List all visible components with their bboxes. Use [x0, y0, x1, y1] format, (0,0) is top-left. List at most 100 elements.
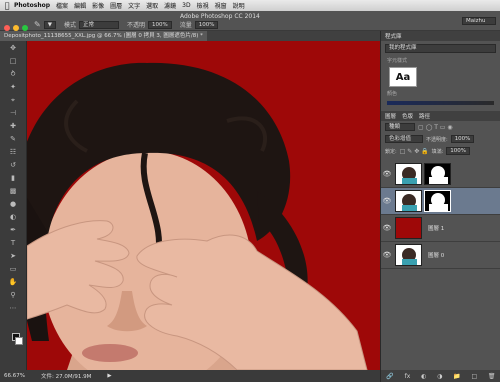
menu-item-select[interactable]: 選取	[146, 1, 158, 10]
status-bar: 66.67% 文件: 27.0M/91.9M ▶	[0, 370, 380, 382]
layer-mask-thumbnail[interactable]	[424, 163, 451, 185]
character-styles-label: 字元樣式	[387, 58, 408, 64]
layer-thumbnail	[395, 163, 422, 185]
layer-thumbnail	[395, 244, 422, 266]
clone-stamp-tool-icon[interactable]: ☷	[6, 147, 20, 158]
layer-name: 圖層 1	[428, 226, 445, 232]
move-tool-icon[interactable]: ✥	[6, 43, 20, 54]
blend-mode-select[interactable]: 色彩增值	[385, 135, 423, 143]
lasso-tool-icon[interactable]: ⥁	[6, 69, 20, 80]
layer-name: 圖層 0	[428, 253, 445, 259]
document-canvas[interactable]	[27, 41, 380, 370]
layer-row[interactable]: 👁	[381, 161, 500, 188]
marquee-tool-icon[interactable]: □	[6, 56, 20, 67]
crop-tool-icon[interactable]: ⌖	[6, 95, 20, 106]
quick-select-tool-icon[interactable]: ✦	[6, 82, 20, 93]
background-color-swatch[interactable]	[15, 337, 23, 345]
fill-label: 填滿:	[431, 148, 444, 155]
flow-label: 流量	[179, 22, 192, 29]
photo-image	[27, 41, 380, 370]
delete-layer-icon[interactable]: 🗑	[488, 373, 496, 380]
brush-size-picker[interactable]: ▼	[43, 20, 56, 29]
new-layer-icon[interactable]: □	[471, 373, 477, 380]
brush-tool-icon[interactable]: ✎	[6, 134, 20, 145]
apple-icon[interactable]: 	[0, 1, 14, 10]
visibility-eye-icon[interactable]: 👁	[381, 170, 393, 178]
status-arrow-icon[interactable]: ▶	[107, 373, 111, 379]
right-panels: 程式庫 我的程式庫 字元樣式 Aa 顏色 圖層 色版 路徑 種類 ▢ ◯ T ▭…	[380, 31, 500, 382]
zoom-level[interactable]: 66.67%	[4, 373, 25, 379]
hand-tool-icon[interactable]: ✋	[6, 277, 20, 288]
menu-item-help[interactable]: 說明	[233, 1, 245, 10]
type-tool-icon[interactable]: T	[6, 238, 20, 249]
opacity-input[interactable]: 100%	[147, 20, 172, 29]
brush-tool-icon[interactable]: ✎	[34, 20, 41, 29]
menu-item-3d[interactable]: 3D	[182, 2, 190, 9]
blend-row: 色彩增值 不透明度: 100%	[381, 133, 500, 145]
menu-item-filter[interactable]: 濾鏡	[164, 1, 176, 10]
menu-item-file[interactable]: 檔案	[56, 1, 68, 10]
menu-item-image[interactable]: 影像	[92, 1, 104, 10]
library-select[interactable]: 我的程式庫	[385, 44, 496, 53]
lock-row: 鎖定: □ ✎ ✥ 🔒 填滿: 100%	[381, 145, 500, 157]
tab-paths[interactable]: 路徑	[419, 112, 430, 120]
fill-input[interactable]: 100%	[446, 147, 471, 155]
tab-channels[interactable]: 色版	[402, 112, 413, 120]
dodge-tool-icon[interactable]: ◐	[6, 212, 20, 223]
shape-tool-icon[interactable]: ▭	[6, 264, 20, 275]
mode-select[interactable]: 正常	[78, 20, 119, 29]
layer-row-selected[interactable]: 👁	[381, 188, 500, 215]
layer-thumbnail	[395, 190, 422, 212]
menu-item-window[interactable]: 視窗	[215, 1, 227, 10]
libraries-panel-header: 程式庫	[381, 31, 500, 41]
layer-row[interactable]: 👁 圖層 0	[381, 242, 500, 269]
tab-libraries[interactable]: 程式庫	[385, 32, 402, 40]
layer-kind-select[interactable]: 種類	[385, 123, 415, 131]
lock-icons[interactable]: □ ✎ ✥ 🔒	[400, 148, 429, 155]
opacity-label: 不透明	[126, 22, 145, 29]
layers-list: 👁 👁 👁 圖層 1 👁 圖層 0	[381, 161, 500, 269]
layer-mask-thumbnail[interactable]	[424, 190, 451, 212]
filter-icons[interactable]: ▢ ◯ T ▭ ◉	[418, 124, 453, 131]
layers-panel-header: 圖層 色版 路徑	[381, 111, 500, 121]
add-mask-icon[interactable]: ◐	[421, 373, 426, 380]
layer-style-icon[interactable]: fx	[405, 373, 411, 380]
visibility-eye-icon[interactable]: 👁	[381, 251, 393, 259]
path-select-tool-icon[interactable]: ➤	[6, 251, 20, 262]
menu-bar:  Photoshop 檔案 編輯 影像 圖層 文字 選取 濾鏡 3D 檢視 視…	[0, 0, 500, 11]
window-title: Adobe Photoshop CC 2014	[180, 13, 260, 20]
flow-input[interactable]: 100%	[194, 20, 219, 29]
layer-thumbnail	[395, 217, 422, 239]
menu-item-edit[interactable]: 編輯	[74, 1, 86, 10]
workspace-select[interactable]: Maizhu	[462, 17, 496, 25]
blur-tool-icon[interactable]: ●	[6, 199, 20, 210]
menu-item-view[interactable]: 檢視	[197, 1, 209, 10]
new-group-icon[interactable]: 📁	[453, 373, 460, 380]
link-layers-icon[interactable]: 🔗	[386, 373, 393, 380]
gradient-tool-icon[interactable]: ▩	[6, 186, 20, 197]
opacity-label-panel: 不透明度:	[426, 136, 448, 143]
eyedropper-tool-icon[interactable]: ⊣	[6, 108, 20, 119]
options-bar: Adobe Photoshop CC 2014 ✎ ▼ 模式 正常 不透明 10…	[0, 11, 500, 31]
layer-filter-row: 種類 ▢ ◯ T ▭ ◉	[381, 121, 500, 133]
visibility-eye-icon[interactable]: 👁	[381, 224, 393, 232]
layer-opacity-input[interactable]: 100%	[450, 135, 475, 143]
healing-tool-icon[interactable]: ✚	[6, 121, 20, 132]
app-menu[interactable]: Photoshop	[14, 2, 50, 9]
document-tab[interactable]: Depositphoto_11138655_XXL.jpg @ 66.7% (圖…	[0, 31, 207, 41]
visibility-eye-icon[interactable]: 👁	[381, 197, 393, 205]
eraser-tool-icon[interactable]: ▮	[6, 173, 20, 184]
layer-row[interactable]: 👁 圖層 1	[381, 215, 500, 242]
colors-label: 顏色	[387, 91, 398, 97]
document-tab-bar: Depositphoto_11138655_XXL.jpg @ 66.7% (圖…	[0, 31, 380, 41]
library-color-swatch[interactable]	[387, 101, 494, 105]
adjustment-layer-icon[interactable]: ◑	[437, 373, 442, 380]
zoom-tool-icon[interactable]: ⚲	[6, 290, 20, 301]
history-brush-tool-icon[interactable]: ↺	[6, 160, 20, 171]
tab-layers[interactable]: 圖層	[385, 112, 396, 120]
character-style-sample[interactable]: Aa	[389, 67, 417, 87]
menu-item-layer[interactable]: 圖層	[110, 1, 122, 10]
menu-item-type[interactable]: 文字	[128, 1, 140, 10]
more-tools-icon[interactable]: ⋯	[6, 303, 20, 314]
pen-tool-icon[interactable]: ✒	[6, 225, 20, 236]
